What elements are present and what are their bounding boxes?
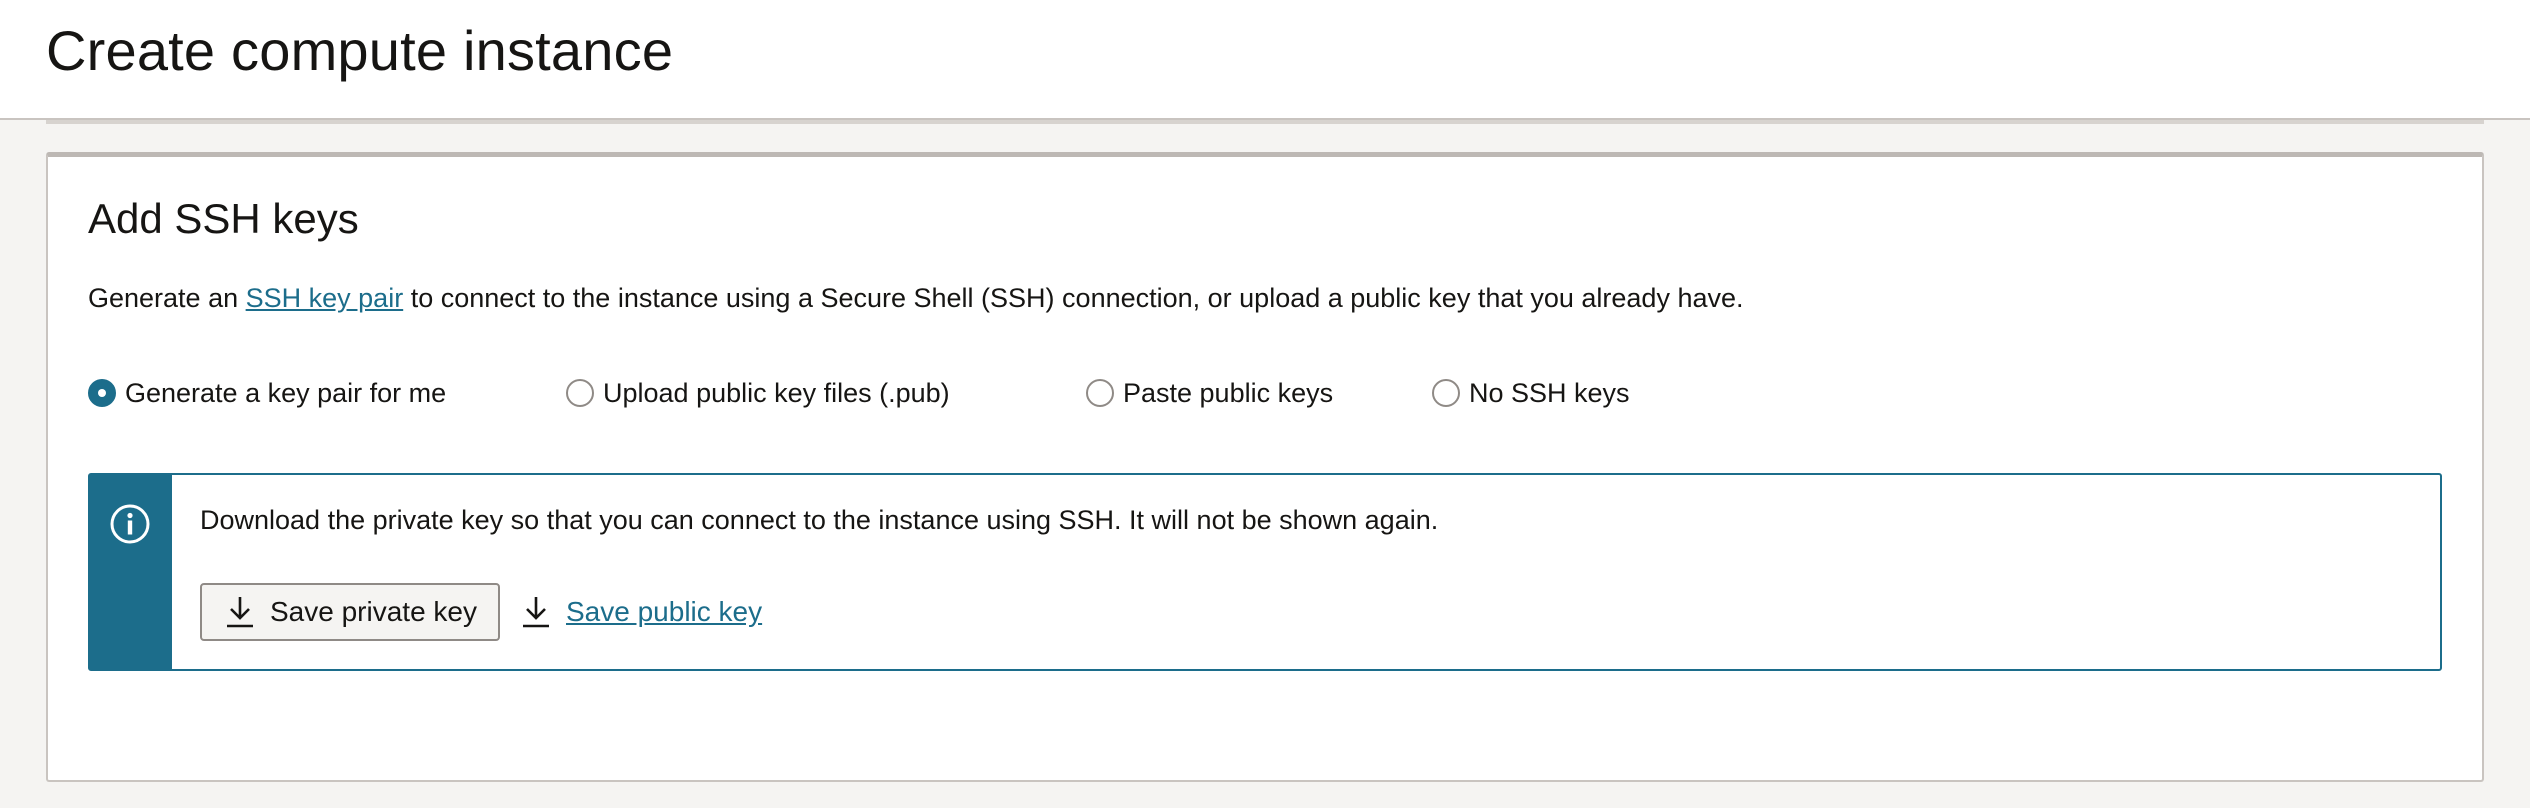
ssh-key-option-group: Generate a key pair for me Upload public… [88,373,2388,413]
save-public-key-label: Save public key [566,596,763,627]
header-divider [46,120,2484,124]
save-public-key-link[interactable]: Save public key [520,585,762,639]
page-header: Create compute instance [0,0,2530,120]
info-message: Download the private key so that you can… [200,505,1439,535]
download-icon [523,597,549,628]
radio-button-selected[interactable] [88,379,116,407]
radio-no-ssh-keys[interactable]: No SSH keys [1432,373,1630,413]
description-text-start: Generate an [88,283,246,313]
radio-label: Generate a key pair for me [125,377,447,408]
ssh-keys-panel: Add SSH keys Generate an SSH key pair to… [46,152,2484,782]
description-text-end: to connect to the instance using a Secur… [403,283,1744,313]
info-strip [90,475,172,669]
download-icon [227,597,253,628]
radio-button[interactable] [566,379,594,407]
ssh-key-pair-link[interactable]: SSH key pair [246,283,404,313]
radio-button[interactable] [1432,379,1460,407]
radio-generate-key-pair[interactable]: Generate a key pair for me [88,373,446,413]
radio-button[interactable] [1086,379,1114,407]
radio-label: Paste public keys [1123,377,1334,408]
radio-label: Upload public key files (.pub) [603,377,950,408]
radio-label: No SSH keys [1469,377,1630,408]
save-private-key-button[interactable]: Save private key [200,583,500,641]
radio-upload-public-key[interactable]: Upload public key files (.pub) [566,373,950,413]
ssh-description: Generate an SSH key pair to connect to t… [88,283,1744,314]
info-circle-icon [110,504,150,544]
radio-paste-public-keys[interactable]: Paste public keys [1086,373,1333,413]
save-private-key-label: Save private key [270,596,477,627]
section-title: Add SSH keys [88,195,359,242]
private-key-info-box: Download the private key so that you can… [88,473,2442,671]
page-title: Create compute instance [46,19,674,82]
